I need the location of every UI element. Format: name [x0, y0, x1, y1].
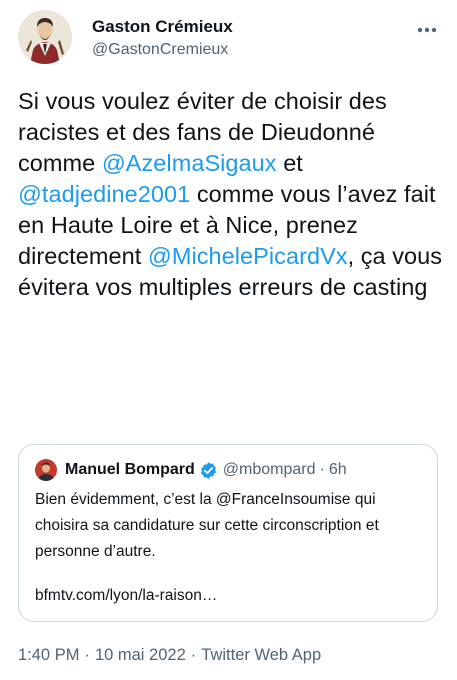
quoted-tweet[interactable]: Manuel Bompard @mbompard · 6h Bien évide…	[18, 444, 438, 622]
tweet-card: Gaston Crémieux @GastonCremieux Si vous …	[0, 0, 457, 680]
tweet-date[interactable]: 10 mai 2022	[95, 646, 186, 664]
tweet-header: Gaston Crémieux @GastonCremieux	[18, 10, 443, 72]
quoted-separator: ·	[319, 461, 325, 478]
author-avatar[interactable]	[18, 10, 72, 64]
meta-separator: ·	[190, 646, 197, 664]
more-dots-icon	[417, 27, 437, 33]
tweet-meta: 1:40 PM · 10 mai 2022 · Twitter Web App	[18, 644, 321, 666]
tweet-source[interactable]: Twitter Web App	[201, 646, 321, 664]
quoted-tweet-link[interactable]: bfmtv.com/lyon/la-raison…	[35, 585, 217, 607]
author-names: Gaston Crémieux @GastonCremieux	[92, 10, 233, 61]
more-options-button[interactable]	[415, 18, 439, 42]
mention-link[interactable]: @AzelmaSigaux	[102, 150, 277, 176]
quoted-tweet-header: Manuel Bompard @mbompard · 6h	[35, 459, 347, 481]
quoted-tweet-text: Bien évidemment, c’est la @FranceInsoumi…	[35, 491, 379, 560]
quoted-author-name[interactable]: Manuel Bompard	[65, 461, 195, 479]
portrait-avatar-icon	[18, 10, 72, 64]
quoted-author-avatar[interactable]	[35, 459, 57, 481]
author-display-name[interactable]: Gaston Crémieux	[92, 16, 233, 38]
mention-link[interactable]: @tadjedine2001	[18, 181, 190, 207]
quoted-author-handle[interactable]: @mbompard	[223, 461, 316, 479]
mention-link[interactable]: @MichelePicardVx	[148, 243, 348, 269]
quoted-timestamp[interactable]: 6h	[329, 461, 347, 479]
author-handle[interactable]: @GastonCremieux	[92, 39, 233, 61]
tweet-time[interactable]: 1:40 PM	[18, 646, 79, 664]
tweet-text-segment: et	[276, 150, 303, 176]
meta-separator: ·	[84, 646, 90, 664]
person-avatar-icon	[35, 459, 57, 481]
verified-badge-icon	[199, 461, 218, 480]
tweet-text: Si vous voulez éviter de choisir des rac…	[18, 86, 446, 303]
